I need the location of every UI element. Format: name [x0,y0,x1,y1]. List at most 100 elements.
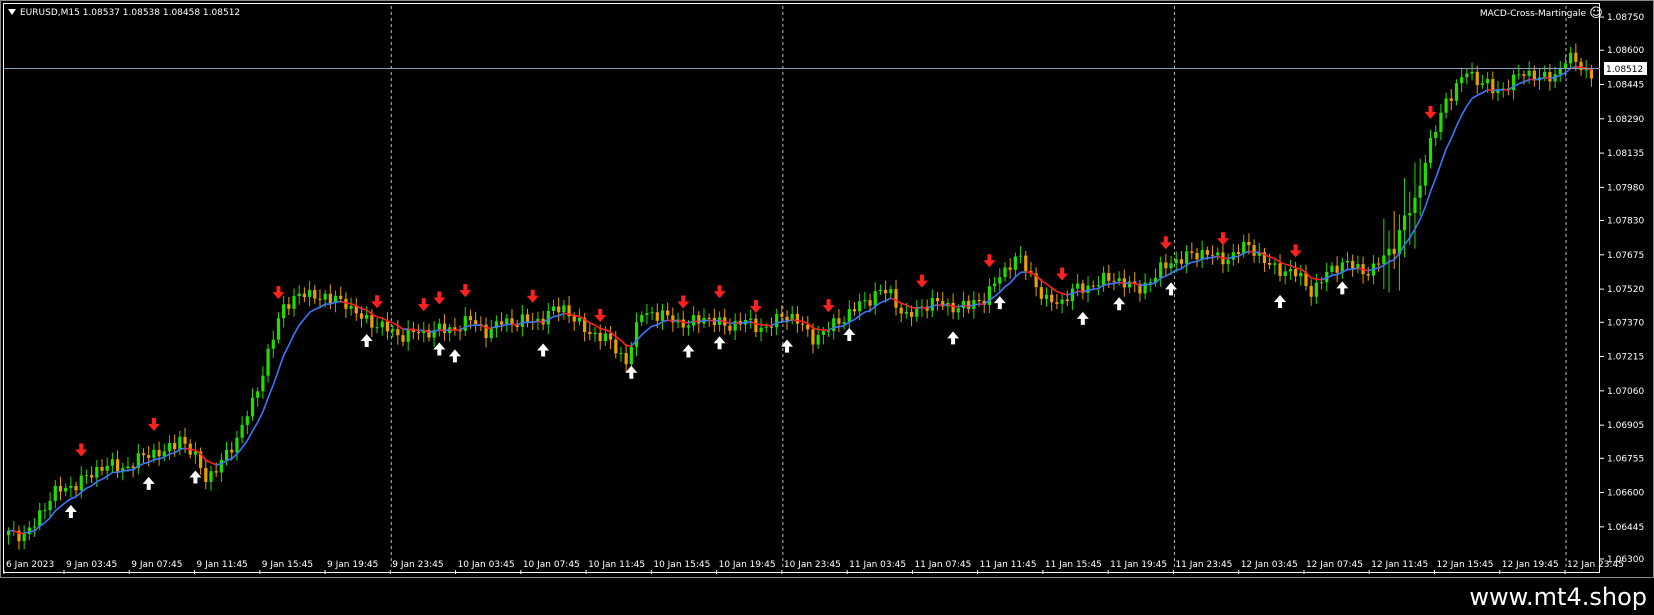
time-label: 11 Jan 07:45 [914,560,971,570]
price-label: 1.08135 [1607,149,1644,159]
ma-segment [1087,288,1094,292]
time-label: 11 Jan 03:45 [849,560,906,570]
price-label: 1.07060 [1607,387,1644,397]
ma-segment [1233,255,1239,258]
ma-segment [1145,283,1151,286]
ma-segment [553,314,559,318]
ma-segment [444,328,450,332]
ma-segment [729,322,736,325]
ma-segment [439,329,445,332]
ma-segment [153,458,160,461]
ma-segment [963,304,969,308]
ma-segment [833,325,840,329]
ma-segment [563,312,570,315]
ma-segment [511,323,518,326]
time-label: 9 Jan 03:45 [66,560,117,570]
ma-segment [376,316,383,319]
ma-segment [1248,250,1255,254]
time-label: 10 Jan 07:45 [523,560,580,570]
ma-segment [117,470,123,473]
ma-segment [714,319,720,323]
chart-window: 1.08750 1.08600 1.08445 1.08290 1.08135 1.079… [0,0,1654,615]
ma-segment [537,320,544,323]
time-label: 9 Jan 07:45 [131,560,182,570]
time-label: 9 Jan 11:45 [197,560,248,570]
time-label: 12 Jan 07:45 [1306,560,1363,570]
ma-segment [1311,277,1317,280]
watermark: www.mt4.shop [1469,583,1647,611]
ma-segment [1295,267,1301,270]
price-label: 1.07675 [1607,251,1644,261]
ma-segment [1331,273,1338,277]
ma-segment [1202,257,1208,260]
time-label: 10 Jan 03:45 [458,560,515,570]
ma-segment [169,452,175,455]
price-chart[interactable]: 1.08750 1.08600 1.08445 1.08290 1.08135 1.079… [0,0,1654,615]
ma-segment [1191,260,1198,264]
ma-segment [973,303,980,306]
time-label: 11 Jan 15:45 [1045,560,1102,570]
ma-segment [932,304,938,307]
price-label: 1.06600 [1607,489,1644,499]
ma-segment [921,306,928,310]
ma-segment [709,319,715,323]
current-price-label: 1.08512 [1606,65,1643,75]
smiley-icon: ☺ [1589,6,1603,21]
ma-segment [1316,278,1322,281]
ma-segment [1544,76,1551,80]
ma-segment [1487,88,1493,92]
indicator-name: MACD-Cross-Martingale [1480,9,1587,19]
ma-segment [740,321,746,325]
ma-segment [1212,255,1218,259]
time-label: 12 Jan 03:45 [1241,560,1298,570]
price-label: 1.07370 [1607,318,1644,328]
ma-segment [797,319,803,323]
ma-segment [600,327,606,331]
ma-segment [122,469,129,473]
ma-segment [1108,282,1115,285]
time-label: 12 Jan 23:45 [1567,560,1624,570]
price-label: 1.06755 [1607,454,1644,464]
ma-segment [838,324,845,328]
time-label: 10 Jan 19:45 [719,560,776,570]
ma-segment [942,303,948,307]
ma-segment [703,319,710,322]
ma-segment [693,320,699,323]
time-label: 9 Jan 19:45 [327,560,378,570]
time-label: 11 Jan 11:45 [980,560,1037,570]
ma-segment [698,320,705,323]
ma-segment [345,302,352,305]
ma-segment [1113,281,1120,285]
time-label: 6 Jan 2023 [6,560,54,570]
ma-segment [755,323,762,326]
price-label: 1.08290 [1607,115,1644,125]
price-label: 1.08600 [1607,46,1644,56]
ma-segment [216,462,222,466]
ma-segment [1139,284,1146,287]
ma-segment [745,320,751,324]
ma-segment [1103,283,1109,286]
ma-segment [532,320,539,324]
time-label: 10 Jan 11:45 [588,560,645,570]
price-label: 1.07520 [1607,285,1644,295]
ma-segment [1118,281,1125,285]
ma-segment [792,318,798,322]
ma-segment [1534,78,1540,81]
ma-segment [1207,256,1213,259]
time-label: 9 Jan 23:45 [392,560,443,570]
price-label: 1.06445 [1607,523,1644,533]
time-label: 11 Jan 23:45 [1175,560,1232,570]
ma-segment [413,328,419,332]
ma-segment [683,321,689,324]
ma-segment [1093,287,1099,291]
ma-segment [1352,267,1359,271]
time-label: 10 Jan 15:45 [653,560,710,570]
ma-segment [1575,66,1582,69]
symbol-info: EURUSD,M15 1.08537 1.08538 1.08458 1.085… [20,8,240,18]
price-label: 1.07215 [1607,353,1644,363]
time-label: 9 Jan 15:45 [262,560,313,570]
price-label: 1.08750 [1607,13,1644,23]
price-label: 1.07980 [1607,183,1644,193]
time-label: 12 Jan 15:45 [1436,560,1493,570]
price-label: 1.06905 [1607,421,1644,431]
